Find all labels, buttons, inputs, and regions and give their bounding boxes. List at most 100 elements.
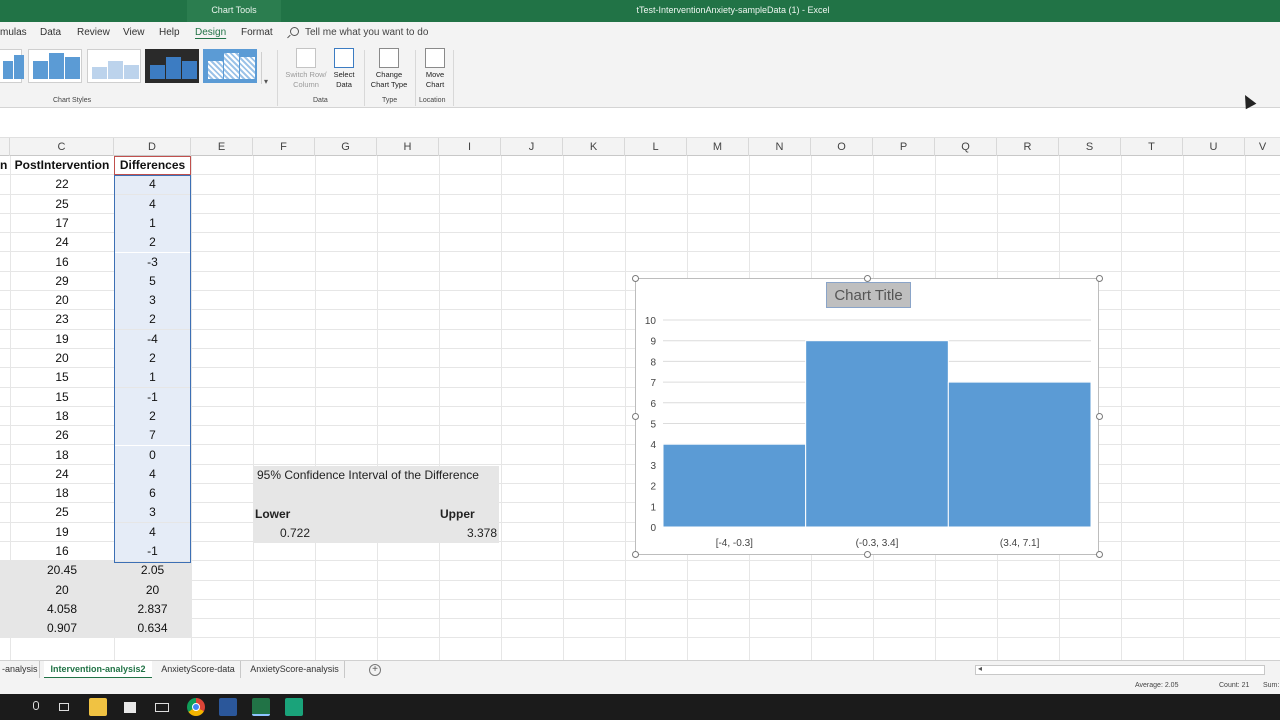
chrome-icon[interactable] [187,698,205,716]
cell-stat-d[interactable]: 20 [114,580,191,600]
sheet-tab-anxietyscore-analysis[interactable]: AnxietyScore-analysis [245,661,345,679]
tab-review[interactable]: Review [77,27,110,38]
cell-b-header[interactable]: n [0,156,10,175]
sheet-tab-intervention-analysis2[interactable]: Intervention-analysis2 [44,661,152,679]
cell-post-intervention[interactable]: 23 [10,310,114,329]
cell-c-header[interactable]: PostIntervention [10,156,114,175]
resize-handle[interactable] [864,275,871,282]
cell-post-intervention[interactable]: 20 [10,349,114,368]
cell-post-intervention[interactable]: 15 [10,388,114,407]
tab-design[interactable]: Design [195,27,226,38]
cell-post-intervention[interactable]: 29 [10,272,114,291]
cell-stat-d[interactable]: 2.837 [114,599,191,619]
move-chart-button[interactable]: Move Chart [421,48,449,90]
cell-post-intervention[interactable]: 24 [10,233,114,252]
cell-difference[interactable]: 2 [114,310,191,330]
excel-icon[interactable] [252,698,270,716]
resize-handle[interactable] [632,413,639,420]
word-icon[interactable] [219,698,237,716]
cell-post-intervention[interactable]: 20 [10,291,114,310]
cell-difference[interactable]: -1 [114,387,191,407]
column-header-j[interactable]: J [501,138,563,156]
cell-difference[interactable]: 4 [114,522,191,542]
column-header-v[interactable]: V [1245,138,1280,156]
change-chart-type-button[interactable]: Change Chart Type [368,48,410,90]
column-header-c[interactable]: C [10,138,114,156]
cell-stat-c[interactable]: 0.907 [10,619,114,639]
resize-handle[interactable] [1096,551,1103,558]
cell-difference[interactable]: -3 [114,252,191,272]
column-header-f[interactable]: F [253,138,315,156]
cell-post-intervention[interactable]: 16 [10,253,114,272]
cell-stat-c[interactable]: 4.058 [10,599,114,619]
cell-difference[interactable]: 1 [114,368,191,388]
status-average[interactable]: Average: 2.05 [1135,682,1178,689]
column-header-h[interactable]: H [377,138,439,156]
cell-difference[interactable]: 0 [114,445,191,465]
histogram-bar[interactable] [662,443,807,528]
cell-difference[interactable]: 3 [114,503,191,523]
cell-post-intervention[interactable]: 18 [10,407,114,426]
cell-difference[interactable]: 5 [114,271,191,291]
cell-post-intervention[interactable]: 22 [10,175,114,194]
column-header-g[interactable]: G [315,138,377,156]
cell-difference[interactable]: 6 [114,484,191,504]
horizontal-scrollbar[interactable]: ◂ [975,664,1265,675]
column-header-q[interactable]: Q [935,138,997,156]
column-header-e[interactable]: E [191,138,253,156]
tab-formulas[interactable]: mulas [0,27,27,38]
column-header-t[interactable]: T [1121,138,1183,156]
select-data-button[interactable]: Select Data [330,48,358,90]
column-header-n[interactable]: N [749,138,811,156]
add-sheet-icon[interactable]: + [369,664,381,676]
column-header-k[interactable]: K [563,138,625,156]
ci-title[interactable]: 95% Confidence Interval of the Differenc… [257,466,479,485]
chart-style-thumb-1[interactable] [0,49,24,83]
cell-stat-d[interactable]: 0.634 [114,619,191,639]
ci-lower-value[interactable]: 0.722 [280,524,310,543]
cell-post-intervention[interactable]: 25 [10,195,114,214]
resize-handle[interactable] [632,551,639,558]
cell-difference[interactable]: -4 [114,329,191,349]
cell-difference[interactable]: 1 [114,213,191,233]
column-header-s[interactable]: S [1059,138,1121,156]
cell-stat-c[interactable]: 20.45 [10,561,114,581]
column-header-i[interactable]: I [439,138,501,156]
tab-help[interactable]: Help [159,27,180,38]
store-icon[interactable] [121,698,139,716]
cell-post-intervention[interactable]: 18 [10,446,114,465]
resize-handle[interactable] [1096,413,1103,420]
cell-post-intervention[interactable]: 15 [10,368,114,387]
cell-post-intervention[interactable]: 24 [10,465,114,484]
chart-style-thumb-2[interactable] [28,49,82,83]
column-header-d[interactable]: D [114,138,191,156]
column-header-u[interactable]: U [1183,138,1245,156]
ci-lower-label[interactable]: Lower [255,505,290,524]
cell-difference[interactable]: 2 [114,349,191,368]
cell-post-intervention[interactable]: 19 [10,330,114,349]
column-header-o[interactable]: O [811,138,873,156]
cell-difference[interactable]: 3 [114,291,191,311]
histogram-bar[interactable] [805,340,949,528]
cell-post-intervention[interactable]: 16 [10,542,114,561]
resize-handle[interactable] [864,551,871,558]
task-view-icon[interactable] [55,698,73,716]
cell-difference[interactable]: -1 [114,542,191,561]
cell-post-intervention[interactable]: 17 [10,214,114,233]
scroll-left-icon[interactable]: ◂ [978,664,982,673]
mail-icon[interactable] [153,698,171,716]
cell-stat-d[interactable]: 2.05 [114,561,191,581]
file-explorer-icon[interactable] [89,698,107,716]
switch-row-column-button[interactable]: Switch Row/ Column [283,48,329,90]
cell-post-intervention[interactable]: 19 [10,523,114,542]
column-header-l[interactable]: L [625,138,687,156]
resize-handle[interactable] [1096,275,1103,282]
cell-difference[interactable]: 7 [114,426,191,446]
column-header-r[interactable]: R [997,138,1059,156]
cell-difference[interactable]: 4 [114,194,191,214]
histogram-bar[interactable] [947,381,1092,528]
cell-d-header[interactable]: Differences [114,156,191,175]
histogram-chart[interactable]: 0 1 2 3 4 5 6 7 8 9 10 [-4, -0.3] (-0.3, 3.4] (3.4, 7… [632,275,1103,558]
status-sum[interactable]: Sum: [1263,682,1279,689]
chart-style-thumb-3[interactable] [87,49,141,83]
